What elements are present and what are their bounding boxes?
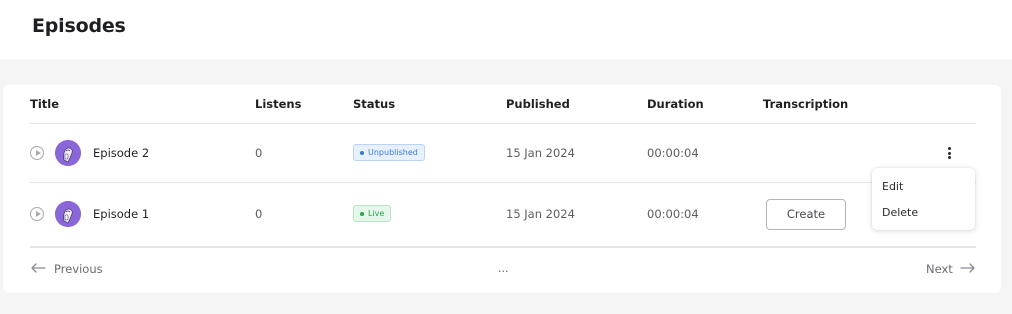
column-header-title[interactable]: Title — [30, 97, 59, 111]
duration: 00:00:04 — [647, 146, 699, 160]
episode-title[interactable]: Episode 1 — [93, 207, 149, 221]
arrow-right-icon[interactable] — [960, 262, 976, 274]
page-title: Episodes — [32, 15, 126, 37]
menu-item-edit[interactable]: Edit — [882, 180, 903, 193]
podcast-cover-icon — [55, 201, 81, 227]
divider — [30, 123, 976, 124]
column-header-listens[interactable]: Listens — [255, 97, 301, 111]
listens-count: 0 — [255, 207, 263, 221]
status-badge: Unpublished — [353, 144, 425, 161]
podcast-cover-icon — [55, 140, 81, 166]
more-vertical-icon[interactable] — [942, 144, 956, 162]
create-transcription-button[interactable]: Create — [766, 199, 846, 230]
status-badge: Live — [353, 205, 392, 222]
pagination-ellipsis: ... — [498, 262, 509, 275]
column-header-transcription[interactable]: Transcription — [763, 97, 848, 111]
avatar — [55, 201, 81, 227]
previous-page-button[interactable]: Previous — [54, 262, 103, 276]
divider — [30, 182, 976, 183]
column-header-duration[interactable]: Duration — [647, 97, 704, 111]
published-date: 15 Jan 2024 — [506, 146, 575, 160]
column-header-published[interactable]: Published — [506, 97, 570, 111]
menu-item-delete[interactable]: Delete — [882, 206, 918, 219]
arrow-left-icon[interactable] — [30, 262, 46, 274]
row-actions-menu: Edit Delete — [872, 168, 975, 230]
column-header-status[interactable]: Status — [353, 97, 395, 111]
next-page-button[interactable]: Next — [926, 262, 953, 276]
divider — [30, 246, 976, 248]
avatar — [55, 140, 81, 166]
duration: 00:00:04 — [647, 207, 699, 221]
play-circle-icon[interactable] — [30, 146, 44, 160]
page-header: Episodes — [0, 0, 1012, 59]
play-circle-icon[interactable] — [30, 207, 44, 221]
episode-title[interactable]: Episode 2 — [93, 146, 149, 160]
published-date: 15 Jan 2024 — [506, 207, 575, 221]
listens-count: 0 — [255, 146, 263, 160]
